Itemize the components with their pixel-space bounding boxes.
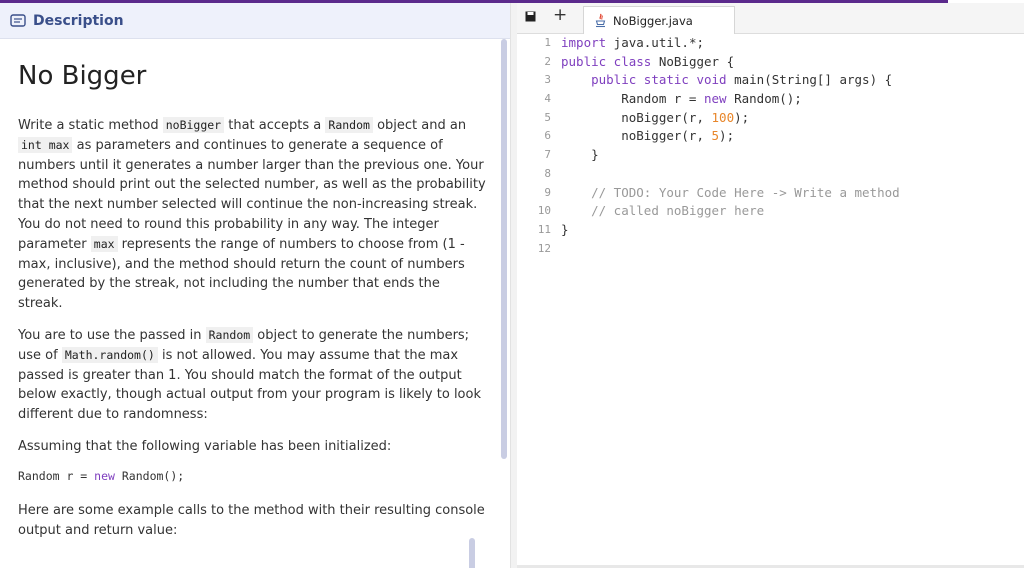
inline-code: max [90,235,118,252]
code-line[interactable] [561,240,900,259]
code-token: Random r = [561,91,704,107]
code-token: // TODO: Your Code Here -> Write a metho… [591,184,900,200]
code-line[interactable]: Random r = new Random(); [561,90,900,109]
code-token: java.util.*; [606,35,704,50]
code-line[interactable]: public class NoBigger { [561,53,900,72]
line-number: 6 [544,129,551,143]
new-tab-button[interactable]: + [553,5,567,25]
line-number: 2 [544,54,551,68]
paragraph-text: that accepts a [224,118,326,133]
horizontal-scrollbar[interactable] [469,538,475,568]
code-editor[interactable]: 1 2 3 4 5 6 7 8 9 10 11 12 import java.util.*; publi… [517,34,1024,568]
editor-panel: + NoBigger.java 1 2 3 4 5 6 7 8 9 10 11 12 import j… [517,3,1024,568]
code-token: noBigger(r, [561,109,712,125]
code-line[interactable]: // called noBigger here [561,202,900,221]
code-token: ); [734,109,750,125]
description-tab-label: Description [33,12,124,29]
line-number: 1 [544,36,551,49]
description-paragraph-4: Here are some example calls to the metho… [18,502,485,538]
java-icon [595,13,606,28]
line-number: 3 [544,73,551,87]
comment-icon [10,13,26,27]
line-number: 4 [544,92,551,106]
line-number: 7 [544,148,551,162]
inline-code: int max [18,136,73,153]
editor-tab-bar: + NoBigger.java [517,3,1024,34]
code-token: main(String[] args) { [726,72,893,88]
description-scrollbar[interactable] [501,39,507,459]
save-icon[interactable] [525,11,536,22]
inline-code: Random [325,117,373,133]
code-line[interactable] [561,165,900,184]
line-number: 11 [537,222,551,236]
paragraph-text: You are to use the passed in [18,327,206,343]
description-panel: Description No Bigger Write a static met… [0,3,510,568]
file-tab-nobigger[interactable]: NoBigger.java [583,6,735,34]
description-tab[interactable]: Description [0,3,510,39]
code-token: import [561,35,607,50]
code-token: // called noBigger here [591,203,765,219]
code-line[interactable]: noBigger(r, 5); [561,127,900,146]
code-example-text: Random(); [114,468,185,483]
code-token: Random(); [726,91,802,107]
problem-title: No Bigger [18,61,147,91]
inline-code: Random [205,326,254,343]
code-line[interactable]: import java.util.*; [561,34,900,53]
paragraph-text: as parameters and continues to generate … [18,137,486,252]
code-token: public static void [591,72,727,88]
code-token: 100 [711,109,735,125]
code-example-keyword: new [94,468,115,483]
description-paragraph-3: Assuming that the following variable has… [18,438,392,454]
paragraph-text: object and an [372,118,467,133]
code-example: Random r = new Random(); [18,469,488,483]
code-token: ); [719,128,735,144]
line-number-gutter: 1 2 3 4 5 6 7 8 9 10 11 12 [517,34,555,258]
line-number: 12 [537,241,551,255]
code-token: NoBigger { [651,53,735,69]
code-line[interactable]: } [561,221,900,240]
inline-code: Math.random() [61,346,158,363]
code-token: 5 [711,128,720,144]
code-token: noBigger(r, [561,128,712,144]
inline-code: noBigger [162,117,225,133]
code-example-text: Random r = [18,468,95,483]
description-paragraph-1: Write a static method noBigger that acce… [18,116,488,314]
code-token: public class [561,53,652,69]
code-line[interactable]: public static void main(String[] args) { [561,71,900,90]
code-area[interactable]: import java.util.*; public class NoBigger… [561,34,900,258]
line-number: 10 [537,204,551,218]
code-token: new [704,91,727,107]
code-token: } [561,147,599,163]
line-number: 9 [544,185,551,199]
line-number: 5 [544,110,551,124]
file-tab-label: NoBigger.java [613,13,693,28]
code-line[interactable]: // TODO: Your Code Here -> Write a metho… [561,184,900,203]
code-line[interactable]: } [561,146,900,165]
code-token: } [561,221,569,237]
panel-divider[interactable] [510,3,517,568]
description-paragraph-2: You are to use the passed in Random obje… [18,326,488,425]
description-content: No Bigger Write a static method noBigger… [18,55,488,552]
line-number: 8 [544,166,551,180]
code-line[interactable]: noBigger(r, 100); [561,109,900,128]
paragraph-text: Write a static method [18,118,163,133]
